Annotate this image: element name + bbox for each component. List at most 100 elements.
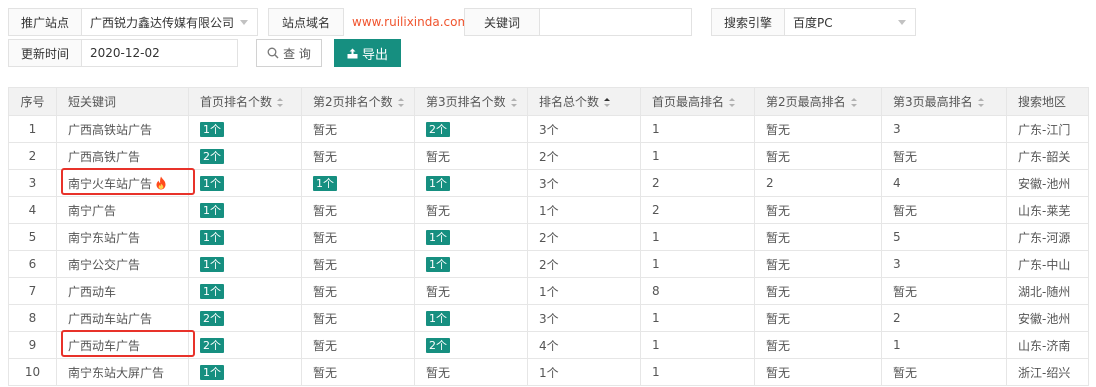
cell-index: 2	[8, 142, 57, 170]
engine-value: 百度PC	[793, 15, 833, 30]
cell-page1-best: 1	[640, 331, 755, 359]
cell-page1-count: 1个	[188, 223, 302, 251]
cell-index: 4	[8, 196, 57, 224]
engine-select[interactable]: 百度PC	[785, 8, 916, 36]
rank-count-badge: 2个	[200, 310, 224, 326]
cell-text: 暂无	[766, 311, 791, 326]
cell-page3-count: 1个	[414, 223, 528, 251]
rank-count-badge: 1个	[426, 175, 450, 191]
cell-text: 暂无	[313, 338, 338, 353]
col-header-page1-best[interactable]: 首页最高排名	[640, 87, 755, 116]
cell-text: 3	[893, 122, 901, 136]
col-header-total-count[interactable]: 排名总个数	[527, 87, 641, 116]
cell-page2-best: 暂无	[754, 358, 882, 386]
cell-region: 安徽-池州	[1006, 169, 1089, 197]
cell-text: 广西高铁站广告	[68, 122, 153, 137]
sort-icon[interactable]	[729, 98, 736, 107]
cell-text: 6	[28, 257, 37, 271]
cell-total-count: 1个	[527, 358, 641, 386]
cell-text: 广西动车	[68, 284, 117, 299]
search-icon	[267, 47, 279, 59]
cell-text: 南宁火车站广告	[68, 176, 153, 191]
cell-text: 3	[28, 176, 37, 190]
rank-count-badge: 1个	[426, 310, 450, 326]
cell-text: 暂无	[766, 257, 791, 272]
sort-icon[interactable]	[510, 98, 517, 107]
fire-icon	[156, 176, 166, 189]
cell-keyword: 广西动车站广告	[56, 304, 189, 332]
cell-text: 8	[652, 284, 660, 298]
export-button-label: 导出	[361, 47, 388, 63]
cell-page2-count: 暂无	[301, 196, 415, 224]
cell-page2-count: 暂无	[301, 223, 415, 251]
table-header-row: 序号 短关键词 首页排名个数 第2页排名个数 第3页排名个数 排名总个数 首页最…	[8, 87, 1089, 116]
cell-region: 湖北-随州	[1006, 277, 1089, 305]
cell-text: 暂无	[766, 365, 791, 380]
cell-text: 暂无	[426, 284, 451, 299]
cell-region: 浙江-绍兴	[1006, 358, 1089, 386]
site-value: 广西锐力鑫达传媒有限公司	[90, 15, 235, 30]
cell-text: 1	[652, 311, 660, 325]
cell-text: 暂无	[766, 230, 791, 245]
cell-text: 5	[893, 230, 901, 244]
cell-text: 2	[28, 149, 37, 163]
sort-asc-icon[interactable]	[604, 98, 611, 107]
cell-text: 1	[28, 122, 37, 136]
cell-text: 2	[652, 176, 660, 190]
query-button[interactable]: 查 询	[256, 39, 322, 67]
chevron-down-icon	[240, 20, 248, 25]
cell-page2-best: 暂无	[754, 142, 882, 170]
cell-page3-best: 5	[881, 223, 1007, 251]
cell-text: 广东-江门	[1018, 122, 1071, 137]
col-header-label: 排名总个数	[539, 95, 600, 109]
sort-icon[interactable]	[850, 98, 857, 107]
col-header-page3-count[interactable]: 第3页排名个数	[414, 87, 528, 116]
cell-text: 广西高铁广告	[68, 149, 141, 164]
export-button[interactable]: 导出	[334, 39, 401, 67]
cell-text: 2个	[539, 230, 559, 245]
cell-text: 暂无	[893, 203, 918, 218]
sort-icon[interactable]	[277, 98, 284, 107]
cell-text: 暂无	[893, 365, 918, 380]
col-header-page1-count[interactable]: 首页排名个数	[188, 87, 302, 116]
cell-page3-count: 1个	[414, 304, 528, 332]
cell-page3-count: 暂无	[414, 277, 528, 305]
cell-page1-best: 1	[640, 304, 755, 332]
cell-total-count: 2个	[527, 223, 641, 251]
keyword-input[interactable]	[540, 8, 692, 36]
cell-text: 4	[28, 203, 37, 217]
filter-row-2: 更新时间 2020-12-02	[8, 39, 238, 67]
cell-page2-count: 暂无	[301, 250, 415, 278]
cell-page3-best: 2	[881, 304, 1007, 332]
cell-total-count: 3个	[527, 115, 641, 143]
cell-text: 4个	[539, 338, 559, 353]
cell-page1-count: 2个	[188, 304, 302, 332]
cell-text: 暂无	[893, 284, 918, 299]
cell-page1-best: 2	[640, 169, 755, 197]
cell-page2-count: 暂无	[301, 331, 415, 359]
cell-keyword: 广西高铁广告	[56, 142, 189, 170]
cell-text: 暂无	[313, 149, 338, 164]
ranking-table: 序号 短关键词 首页排名个数 第2页排名个数 第3页排名个数 排名总个数 首页最…	[8, 87, 1089, 386]
table-row: 9 广西动车广告 2个 暂无 2个 4个 1 暂无 1 山东-济南	[8, 331, 1089, 359]
table-row: 1 广西高铁站广告 1个 暂无 2个 3个 1 暂无 3 广东-江门	[8, 115, 1089, 143]
date-input[interactable]: 2020-12-02	[82, 39, 238, 67]
date-label: 更新时间	[8, 39, 82, 67]
export-icon	[347, 48, 358, 58]
cell-text: 1个	[539, 203, 559, 218]
cell-text: 2	[893, 311, 901, 325]
cell-keyword: 南宁火车站广告	[56, 169, 189, 197]
cell-page3-count: 1个	[414, 250, 528, 278]
col-header-page2-count[interactable]: 第2页排名个数	[301, 87, 415, 116]
sort-icon[interactable]	[977, 98, 984, 107]
sort-icon[interactable]	[397, 98, 404, 107]
cell-page1-count: 1个	[188, 358, 302, 386]
cell-text: 广西动车广告	[68, 338, 141, 353]
col-header-page2-best[interactable]: 第2页最高排名	[754, 87, 882, 116]
cell-text: 9	[28, 338, 37, 352]
rank-count-badge: 1个	[200, 256, 224, 272]
col-header-page3-best[interactable]: 第3页最高排名	[881, 87, 1007, 116]
table-row: 5 南宁东站广告 1个 暂无 1个 2个 1 暂无 5 广东-河源	[8, 223, 1089, 251]
site-select[interactable]: 广西锐力鑫达传媒有限公司	[82, 8, 258, 36]
rank-count-badge: 1个	[200, 229, 224, 245]
